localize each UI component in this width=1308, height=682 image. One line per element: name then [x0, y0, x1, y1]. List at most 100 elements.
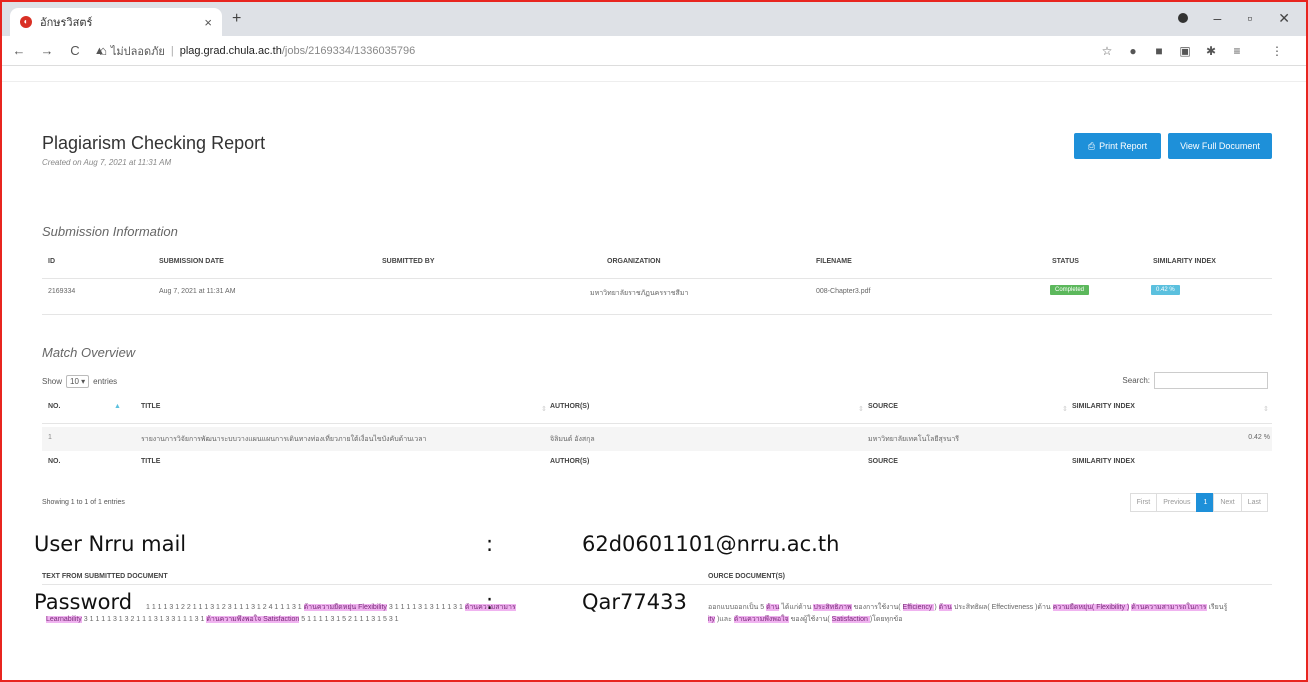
plain-text: 3 1 1 1 1 3 1 3 2 1 1 1 3 1 3 3 1 1 1 3 …	[83, 616, 205, 623]
back-icon[interactable]: ←	[8, 43, 30, 58]
source-text-header: OURCE DOCUMENT(S)	[708, 573, 785, 580]
pager-previous[interactable]: Previous	[1156, 493, 1198, 512]
plain-text: )โดยทุกข้อ	[869, 616, 903, 623]
submitted-text-line-1: 1 1 1 1 3 1 2 2 1 1 1 3 1 2 3 1 1 1 3 1 …	[146, 602, 516, 613]
sort-icon: ⇕	[858, 406, 864, 413]
reading-list-icon[interactable]: ≡	[1230, 44, 1244, 58]
extension-icons: ☆ ● ■ ▣ ✱ ≡ ⋮	[1100, 44, 1284, 58]
overlay-password-value: Qar77433	[582, 590, 687, 614]
not-secure-warning-icon[interactable]: ▲	[94, 45, 105, 57]
footer-header-no: NO.	[48, 458, 61, 465]
maximize-icon[interactable]: ▫	[1247, 10, 1252, 27]
col-header-filename: FILENAME	[816, 258, 852, 265]
submission-id: 2169334	[48, 288, 76, 295]
extension-icon[interactable]: ■	[1152, 44, 1166, 58]
col-header-authors[interactable]: AUTHOR(S)	[550, 403, 589, 410]
status-badge-label: Completed	[1050, 285, 1090, 295]
col-header-source[interactable]: SOURCE	[868, 403, 898, 410]
highlight: ด้านความสามารถในการ	[1131, 604, 1207, 611]
footer-header-title: TITLE	[141, 458, 161, 465]
page-top-divider	[2, 81, 1306, 82]
sort-icon: ⇕	[541, 406, 547, 413]
entries-label: entries	[93, 377, 118, 386]
col-header-title[interactable]: TITLE	[141, 403, 160, 410]
site-favicon-icon: ◐	[20, 16, 32, 28]
submission-section-title: Submission Information	[42, 224, 178, 239]
menu-kebab-icon[interactable]: ⋮	[1270, 44, 1284, 58]
highlight: ity	[708, 616, 715, 623]
col-header-status: STATUS	[1052, 258, 1079, 265]
similarity-badge: 0.42 %	[1151, 285, 1180, 295]
extension-icon[interactable]: ▣	[1178, 44, 1192, 58]
plain-text: )	[934, 604, 937, 611]
submission-date: Aug 7, 2021 at 11:31 AM	[159, 288, 236, 295]
highlight: Efficiency	[902, 604, 935, 611]
col-header-match-similarity[interactable]: SIMILARITY INDEX	[1072, 403, 1135, 410]
print-report-button[interactable]: ⎙ Print Report	[1074, 133, 1161, 159]
highlight: ด้านความพึงพอใจ	[733, 616, 789, 623]
col-header-id: ID	[48, 258, 55, 265]
plain-text: ประสิทธิผล( Effectiveness )ด้าน	[953, 604, 1051, 611]
new-tab-button[interactable]: +	[232, 10, 241, 28]
browser-tab-bar: ◐ อักษรวิสตร์ × + – ▫ ✕	[2, 2, 1306, 36]
row-author: จิลิมนต์ อังสกุล	[550, 436, 595, 443]
submitted-text-header: TEXT FROM SUBMITTED DOCUMENT	[42, 573, 168, 580]
search-input[interactable]	[1154, 372, 1268, 389]
plain-text: 5 1 1 1 1 3 1 5 2 1 1 1 3 1 5 3 1	[301, 616, 399, 623]
pager-last[interactable]: Last	[1240, 493, 1268, 512]
status-badge: Completed	[1050, 285, 1090, 295]
tab-close-icon[interactable]: ×	[204, 15, 212, 30]
source-text-line-2: ity )และ ด้านความพึงพอใจ ของผู้ใช้งาน( S…	[708, 614, 902, 625]
highlight: Learnability	[46, 616, 82, 623]
submission-table: ID SUBMISSION DATE SUBMITTED BY ORGANIZA…	[42, 256, 1272, 316]
table-divider	[42, 278, 1272, 279]
bookmark-star-icon[interactable]: ☆	[1100, 44, 1114, 58]
pager-page-1[interactable]: 1	[1196, 493, 1215, 512]
footer-header-source: SOURCE	[868, 458, 898, 465]
row-title: รายงานการวิจัยการพัฒนาระบบวางแผนแผนการเด…	[141, 436, 427, 443]
plain-text: ออกแบบออกเป็น 5	[708, 604, 765, 611]
close-window-icon[interactable]: ✕	[1278, 10, 1290, 27]
extensions-puzzle-icon[interactable]: ✱	[1204, 44, 1218, 58]
highlight: ประสิทธิภาพ	[813, 604, 852, 611]
page-title: Plagiarism Checking Report	[42, 133, 266, 153]
plain-text: ได้แก่ด้าน	[781, 604, 812, 611]
overlay-password-colon: :	[486, 590, 494, 614]
source-text-line-1: ออกแบบออกเป็น 5 ด้าน ได้แก่ด้าน ประสิทธิ…	[708, 602, 1227, 613]
row-no: 1	[48, 434, 52, 441]
match-table-footer: NO. TITLE AUTHOR(S) SOURCE SIMILARITY IN…	[42, 451, 1272, 473]
row-source: มหาวิทยาลัยเทคโนโลยีสุรนารี	[868, 436, 960, 443]
tab-title: อักษรวิสตร์	[40, 17, 93, 29]
highlight: Satisfaction	[831, 616, 870, 623]
overlay-user-value: 62d0601101@nrru.ac.th	[582, 532, 840, 556]
highlight: ความยืดหยุ่น( Flexibility )	[1052, 604, 1130, 611]
pager-first[interactable]: First	[1129, 493, 1158, 512]
match-overview-title: Match Overview	[42, 345, 136, 360]
details-divider	[42, 584, 1272, 585]
address-bar[interactable]: ▲ ไม่ปลอดภัย | plag.grad.chula.ac.th /jo…	[94, 40, 1106, 62]
extension-icon[interactable]: ●	[1126, 44, 1140, 58]
plain-text: เรียนรู้	[1208, 604, 1228, 611]
browser-tab[interactable]: ◐ อักษรวิสตร์ ×	[10, 8, 222, 36]
table-divider	[42, 423, 1272, 424]
profile-icon[interactable]	[1177, 13, 1188, 23]
highlight: ด้านความพึงพอใจ Satisfaction	[206, 616, 300, 623]
col-header-no[interactable]: NO.	[48, 403, 60, 410]
footer-header-authors: AUTHOR(S)	[550, 458, 590, 465]
minimize-icon[interactable]: –	[1214, 10, 1222, 27]
similarity-badge-label: 0.42 %	[1151, 285, 1180, 295]
pager-next[interactable]: Next	[1213, 493, 1242, 512]
print-icon: ⎙	[1087, 140, 1096, 151]
search-control: Search:	[1122, 372, 1268, 389]
forward-icon[interactable]: →	[36, 43, 58, 58]
plain-text: )และ	[716, 616, 732, 623]
show-entries-control: Show 10 ▾ entries	[42, 375, 117, 388]
reload-icon[interactable]: C	[64, 43, 86, 58]
url-separator: |	[170, 45, 174, 57]
plain-text: 1 1 1 1 3 1 2 2 1 1 1 3 1 2 3 1 1 1 3 1 …	[146, 604, 302, 611]
entries-select[interactable]: 10 ▾	[66, 375, 90, 388]
col-header-organization: ORGANIZATION	[607, 258, 661, 265]
row-similarity: 0.42 %	[1248, 434, 1270, 441]
plain-text: ของผู้ใช้งาน(	[790, 616, 830, 623]
view-full-document-button[interactable]: View Full Document	[1168, 133, 1272, 159]
